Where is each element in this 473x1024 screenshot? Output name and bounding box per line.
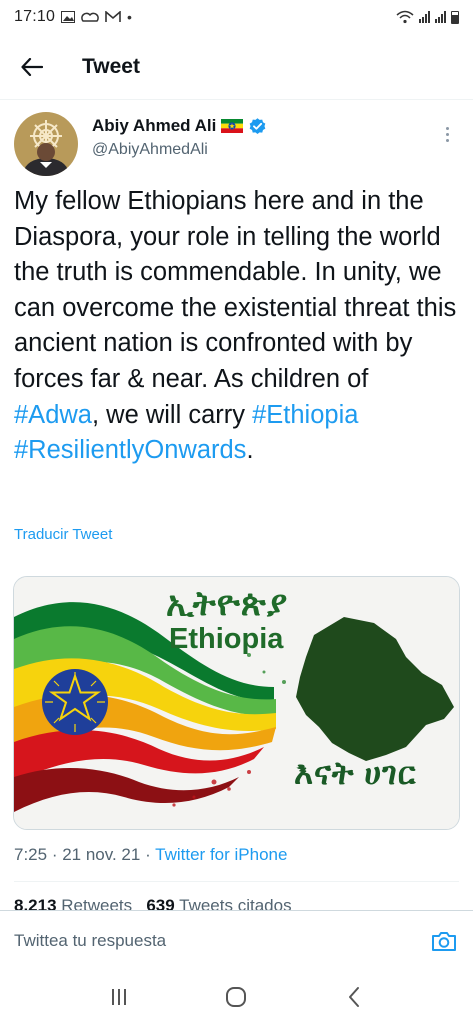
media-english-title: Ethiopia [169,623,284,655]
more-vertical-icon [445,126,449,130]
status-bar: 17:10 • [0,0,473,34]
tweet-author: Abiy Ahmed Ali @AbiyAhmedAli [14,112,459,180]
tweet-media-image[interactable]: ኢትዮጵያ Ethiopia እናት ሀገር [13,576,460,830]
system-navigation-bar [0,970,473,1024]
reply-bar: Twittea tu respuesta [0,910,473,970]
retweets-count: 8.213 [14,896,57,910]
author-handle[interactable]: @AbiyAhmedAli [92,141,267,159]
dot-icon: • [127,9,132,25]
tweet-time: 7:25 [14,845,48,864]
reply-input[interactable]: Twittea tu respuesta [14,931,429,951]
hashtag-resiliently-onwards[interactable]: #ResilientlyOnwards [14,436,246,464]
ethiopia-flag-icon [221,119,244,133]
translate-tweet-link[interactable]: Traducir Tweet [14,526,112,543]
retweets-label: Retweets [61,896,133,910]
tweet-text-part: . [246,436,254,465]
tweet-stats: 8.213 Retweets 639 Tweets citados [14,896,459,910]
home-icon [226,987,247,1007]
signal-icon [419,11,430,23]
avatar[interactable] [14,112,78,176]
cloud-icon [81,12,99,22]
divider [14,881,459,882]
wifi-icon [396,10,414,24]
top-app-bar: Tweet [0,34,473,100]
signal-icon [435,11,446,23]
home-button[interactable] [216,977,256,1017]
page-title: Tweet [82,54,140,78]
battery-icon [451,10,459,24]
system-back-button[interactable] [334,977,374,1017]
meta-separator: · [47,845,63,864]
hashtag-ethiopia[interactable]: #Ethiopia [252,401,358,429]
gmail-icon [105,11,121,22]
tweet-text-part: , we will carry [91,400,253,429]
media-amharic-subtitle: እናት ሀገር [294,755,417,791]
tweet-date: 21 nov. 21 [62,845,141,864]
arrow-left-icon [21,57,43,76]
status-time: 17:10 [14,8,56,25]
meta-separator: · [140,845,156,864]
back-button[interactable] [0,34,64,100]
tweet-timestamp: 7:25 · 21 nov. 21 · Twitter for iPhone [14,845,287,865]
tweet-source-link[interactable]: Twitter for iPhone [155,845,287,864]
quotes-label: Tweets citados [179,896,292,910]
retweets-stat[interactable]: 8.213 Retweets [14,896,132,910]
quotes-stat[interactable]: 639 Tweets citados [146,896,291,910]
tweet-text: My fellow Ethiopians here and in the Dia… [14,184,459,469]
author-text: Abiy Ahmed Ali @AbiyAhmedAli [92,112,267,180]
media-amharic-title: ኢትዮጵያ [166,585,289,623]
author-name[interactable]: Abiy Ahmed Ali [92,116,216,136]
recent-apps-icon [111,989,126,1005]
recent-apps-button[interactable] [99,977,139,1017]
verified-badge-icon [250,117,266,134]
camera-button[interactable] [429,926,459,956]
name-row: Abiy Ahmed Ali [92,116,267,136]
status-left: 17:10 • [14,8,132,26]
hashtag-adwa[interactable]: #Adwa [14,401,92,429]
quotes-count: 639 [146,896,175,910]
camera-icon [432,931,456,951]
chevron-left-icon [349,987,360,1007]
status-right [396,10,459,24]
more-options-button[interactable] [437,122,457,146]
tweet-text-part: My fellow Ethiopians here and in the Dia… [14,187,457,393]
gallery-icon [61,11,76,23]
